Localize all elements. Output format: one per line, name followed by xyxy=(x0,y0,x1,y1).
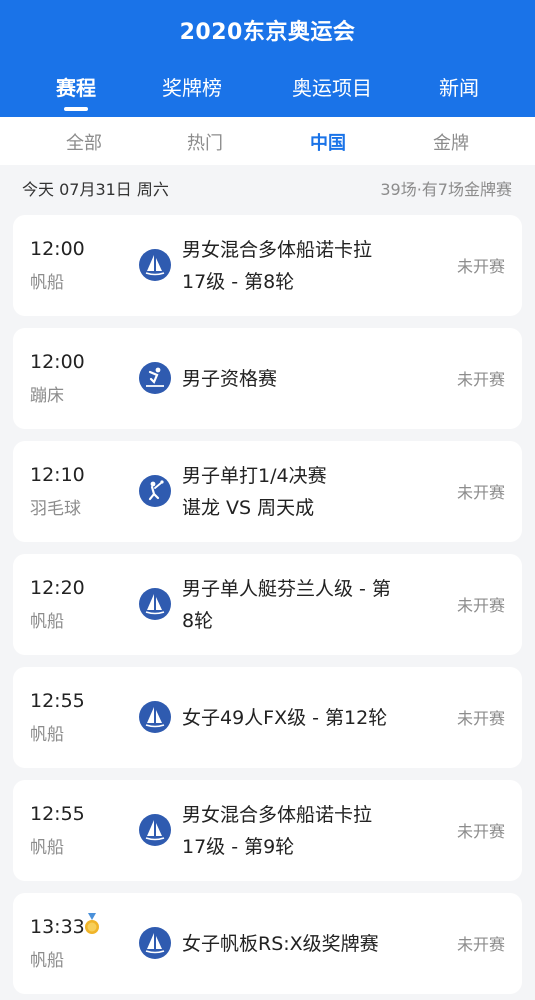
event-time: 12:55 xyxy=(30,690,85,712)
trampoline-icon xyxy=(139,362,171,394)
active-tab-indicator xyxy=(64,107,88,111)
event-sport: 帆船 xyxy=(30,612,64,632)
sailing-icon xyxy=(139,701,171,733)
event-time: 13:33 xyxy=(30,916,85,938)
event-sport: 帆船 xyxy=(30,838,64,858)
tab-schedule[interactable]: 赛程 xyxy=(54,72,98,101)
event-card[interactable]: 12:00 帆船 男女混合多体船诺卡拉 17级 - 第8轮 未开赛 xyxy=(13,215,522,316)
event-card[interactable]: 12:55 帆船 女子49人FX级 - 第12轮 未开赛 xyxy=(13,667,522,768)
sailing-icon xyxy=(139,927,171,959)
event-time: 12:00 xyxy=(30,238,85,260)
event-title-line1: 男子单打1/4决赛 xyxy=(182,465,327,487)
event-status: 未开赛 xyxy=(456,822,505,841)
event-time: 12:10 xyxy=(30,464,85,486)
sailing-icon xyxy=(139,814,171,846)
event-status: 未开赛 xyxy=(456,709,505,728)
event-status: 未开赛 xyxy=(456,935,505,954)
event-title-line1: 女子49人FX级 - 第12轮 xyxy=(182,707,388,729)
event-card[interactable]: 13:33 帆船 女子帆板RS:X级奖牌赛 未开赛 xyxy=(13,893,522,994)
sailing-icon xyxy=(139,249,171,281)
badminton-icon xyxy=(139,475,171,507)
event-card[interactable]: 12:00 蹦床 男子资格赛 未开赛 xyxy=(13,328,522,429)
event-card[interactable]: 12:10 羽毛球 男子单打1/4决赛 谌龙 VS 周天成 未开赛 xyxy=(13,441,522,542)
tab-olympic-sports[interactable]: 奥运项目 xyxy=(284,72,380,101)
event-sport: 蹦床 xyxy=(30,386,64,406)
sailing-icon xyxy=(139,588,171,620)
tab-news[interactable]: 新闻 xyxy=(436,72,482,101)
subtab-gold[interactable]: 金牌 xyxy=(431,129,471,155)
event-title-line1: 男女混合多体船诺卡拉 xyxy=(182,804,373,826)
event-title-line1: 女子帆板RS:X级奖牌赛 xyxy=(182,933,379,955)
subtab-hot[interactable]: 热门 xyxy=(185,129,225,155)
event-sport: 帆船 xyxy=(30,273,64,293)
event-title-line2: 8轮 xyxy=(182,610,214,632)
event-sport: 帆船 xyxy=(30,951,64,971)
filter-subtabs: 全部 热门 中国 金牌 xyxy=(0,117,535,165)
subtab-all[interactable]: 全部 xyxy=(64,129,104,155)
date-row: 今天 07月31日 周六 39场·有7场金牌赛 xyxy=(0,165,535,209)
event-sport: 帆船 xyxy=(30,725,64,745)
event-time: 12:00 xyxy=(30,351,85,373)
event-summary: 39场·有7场金牌赛 xyxy=(380,180,512,199)
event-title-line2: 17级 - 第9轮 xyxy=(182,836,295,858)
event-title-line1: 男子单人艇芬兰人级 - 第 xyxy=(182,578,391,600)
event-title-line2: 17级 - 第8轮 xyxy=(182,271,295,293)
gold-medal-icon xyxy=(85,913,99,934)
tab-medal-table[interactable]: 奖牌榜 xyxy=(155,72,229,101)
page-title: 2020东京奥运会 xyxy=(179,20,356,45)
event-title-line1: 男子资格赛 xyxy=(182,368,278,390)
app-header: 2020东京奥运会 赛程 奖牌榜 奥运项目 新闻 xyxy=(0,0,535,117)
event-status: 未开赛 xyxy=(456,483,505,502)
event-status: 未开赛 xyxy=(456,596,505,615)
event-status: 未开赛 xyxy=(456,257,505,276)
date-label: 今天 07月31日 周六 xyxy=(22,180,169,199)
event-title-line2: 谌龙 VS 周天成 xyxy=(182,497,315,519)
event-card[interactable]: 12:55 帆船 男女混合多体船诺卡拉 17级 - 第9轮 未开赛 xyxy=(13,780,522,881)
event-time: 12:20 xyxy=(30,577,85,599)
event-sport: 羽毛球 xyxy=(30,499,81,519)
event-card[interactable]: 12:20 帆船 男子单人艇芬兰人级 - 第 8轮 未开赛 xyxy=(13,554,522,655)
event-status: 未开赛 xyxy=(456,370,505,389)
event-time: 12:55 xyxy=(30,803,85,825)
event-title-line1: 男女混合多体船诺卡拉 xyxy=(182,239,373,261)
subtab-china[interactable]: 中国 xyxy=(308,129,348,155)
